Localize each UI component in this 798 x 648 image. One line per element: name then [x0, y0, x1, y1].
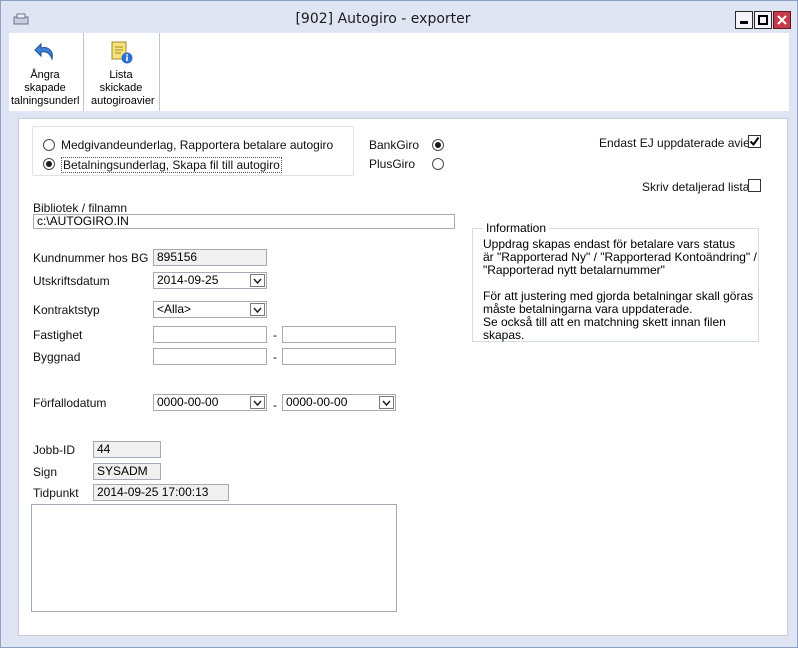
sign-label: Sign	[33, 465, 58, 479]
close-button[interactable]	[773, 11, 791, 29]
dropdown-button[interactable]	[250, 303, 265, 316]
mode-radio-payment[interactable]	[43, 158, 55, 170]
information-text: Uppdrag skapas endast för betalare vars …	[483, 238, 758, 342]
chevron-down-icon	[253, 278, 262, 284]
timestamp-label: Tidpunkt	[33, 486, 79, 500]
due-date-to-picker[interactable]: 0000-00-00	[282, 394, 396, 411]
plusgiro-label: PlusGiro	[369, 157, 416, 171]
building-label: Byggnad	[33, 350, 81, 364]
maximize-button[interactable]	[754, 11, 772, 29]
range-separator: -	[273, 398, 277, 412]
only-not-updated-label: Endast EJ uppdaterade avier	[599, 136, 754, 150]
mode-label-consent: Medgivandeunderlag, Rapportera betalare …	[61, 138, 334, 152]
customer-number-field: 895156	[153, 249, 267, 266]
information-paragraph: För att justering med gjorda betalningar…	[483, 289, 754, 342]
only-not-updated-checkbox[interactable]	[748, 135, 761, 148]
due-date-from-value: 0000-00-00	[157, 395, 219, 409]
property-from-input[interactable]	[153, 326, 267, 343]
dropdown-button[interactable]	[379, 396, 394, 409]
checkmark-icon	[749, 136, 760, 147]
range-separator: -	[273, 328, 277, 342]
log-textarea[interactable]	[31, 504, 397, 612]
print-date-value: 2014-09-25	[157, 273, 219, 287]
contract-type-value: <Alla>	[157, 302, 192, 316]
contract-type-label: Kontraktstyp	[33, 303, 100, 317]
minimize-button[interactable]	[735, 11, 753, 29]
library-input[interactable]: c:\AUTOGIRO.IN	[33, 214, 455, 229]
dropdown-button[interactable]	[250, 396, 265, 409]
information-paragraph: Uppdrag skapas endast för betalare vars …	[483, 237, 757, 277]
due-date-to-value: 0000-00-00	[286, 395, 348, 409]
print-date-picker[interactable]: 2014-09-25	[153, 272, 267, 289]
toolbar-separator	[159, 33, 160, 111]
title-bar[interactable]: [902] Autogiro - exporter	[1, 1, 797, 33]
chevron-down-icon	[253, 400, 262, 406]
list-sent-label: Lista skickade autogiroavier	[91, 69, 155, 107]
dropdown-button[interactable]	[250, 274, 265, 287]
due-date-from-picker[interactable]: 0000-00-00	[153, 394, 267, 411]
bankgiro-label: BankGiro	[369, 138, 420, 152]
document-info-icon	[111, 41, 133, 64]
plusgiro-radio[interactable]	[432, 158, 444, 170]
property-to-input[interactable]	[282, 326, 396, 343]
building-from-input[interactable]	[153, 348, 267, 365]
undo-created-button[interactable]: Ångra skapade talningsunderl	[9, 33, 81, 111]
chevron-down-icon	[253, 307, 262, 313]
detailed-list-label: Skriv detaljerad lista	[642, 180, 750, 194]
bankgiro-radio[interactable]	[432, 139, 444, 151]
toolbar: Ångra skapade talningsunderl Lista skick…	[9, 33, 789, 111]
job-id-field: 44	[93, 441, 161, 458]
toolbar-separator	[83, 33, 84, 111]
information-group: Information Uppdrag skapas endast för be…	[472, 221, 759, 342]
main-window: [902] Autogiro - exporter Ångra skapade …	[0, 0, 798, 648]
property-label: Fastighet	[33, 328, 83, 342]
mode-group: Medgivandeunderlag, Rapportera betalare …	[32, 126, 354, 176]
mode-radio-consent[interactable]	[43, 139, 55, 151]
mode-label-payment: Betalningsunderlag, Skapa fil till autog…	[61, 157, 282, 173]
chevron-down-icon	[382, 400, 391, 406]
undo-created-label: Ångra skapade talningsunderl	[11, 69, 80, 107]
due-date-label: Förfallodatum	[33, 396, 107, 410]
library-label: Bibliotek / filnamn	[33, 201, 128, 215]
information-title: Information	[483, 221, 550, 235]
export-form-panel: Medgivandeunderlag, Rapportera betalare …	[18, 118, 788, 636]
timestamp-field: 2014-09-25 17:00:13	[93, 484, 229, 501]
contract-type-select[interactable]: <Alla>	[153, 301, 267, 318]
window-title: [902] Autogiro - exporter	[295, 11, 471, 27]
customer-number-label: Kundnummer hos BG	[33, 251, 149, 265]
close-icon	[777, 15, 787, 25]
undo-arrow-icon	[34, 42, 53, 61]
list-sent-button[interactable]: Lista skickade autogiroavier	[85, 33, 157, 111]
maximize-icon	[758, 15, 768, 25]
sign-field: SYSADM	[93, 463, 161, 480]
building-to-input[interactable]	[282, 348, 396, 365]
job-id-label: Jobb-ID	[33, 443, 76, 457]
print-date-label: Utskriftsdatum	[33, 274, 110, 288]
range-separator: -	[273, 350, 277, 364]
detailed-list-checkbox[interactable]	[748, 179, 761, 192]
minimize-icon	[740, 21, 748, 24]
